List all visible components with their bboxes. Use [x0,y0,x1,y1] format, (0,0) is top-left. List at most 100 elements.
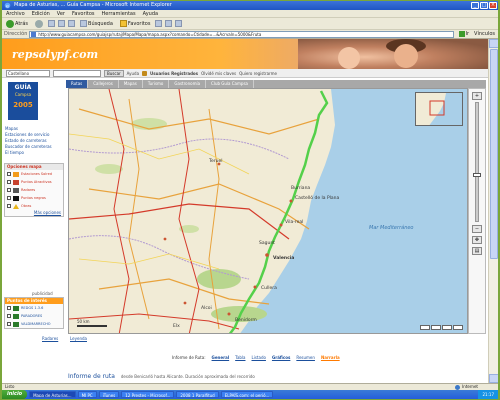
history-icon[interactable] [155,20,163,27]
lock-icon [142,70,148,76]
route-graficos-tab[interactable]: Gráficos [272,355,290,360]
taskbar-item[interactable]: iTunes [98,391,120,398]
zoom-level-box[interactable] [420,325,430,330]
site-search-button[interactable]: Buscar [104,69,124,77]
tab-turismo[interactable]: Turismo [143,80,170,88]
browser-window: e Mapa de Asturias, ... Guía Campsa - Mi… [2,1,498,399]
zoom-slider[interactable] [473,102,481,222]
sea-label: Mar Mediterráneo [369,224,414,231]
scroll-up-arrow[interactable] [489,39,498,48]
black-spot-icon [13,195,19,201]
menu-edicion[interactable]: Edición [32,10,50,17]
scroll-down-arrow[interactable] [489,374,498,383]
route-resumen-tab[interactable]: Resumen [296,355,315,360]
guia-campsa-logo[interactable]: GUÍA Campsa 2005 [8,82,38,120]
option-row: Obras [5,202,63,210]
map-zoom-tools: + − ✥ ▤ [468,88,486,334]
sidebar-nav: Mapas Estaciones de servicio Estado de c… [5,126,52,156]
tab-mapas[interactable]: Mapas [119,80,143,88]
forward-button[interactable] [33,19,45,29]
taskbar-item[interactable]: Mapa de Asturias... [29,391,76,398]
pan-icon[interactable]: ✥ [472,236,482,244]
links-label[interactable]: Vínculos [474,31,498,37]
legend-link[interactable]: Leyenda [70,336,87,341]
back-button[interactable]: Atrás [4,19,30,29]
fuel-icon [13,171,19,177]
vertical-scrollbar[interactable] [488,39,498,383]
system-clock[interactable]: 21:17 [478,390,498,399]
zoom-slider-knob[interactable] [473,173,481,177]
route-general-tab[interactable]: General [212,355,230,360]
address-label: Dirección [4,31,28,37]
print-icon[interactable] [175,20,183,27]
start-button[interactable]: inicio [2,390,28,399]
menu-ayuda[interactable]: Ayuda [143,10,158,17]
stop-icon[interactable] [48,20,56,27]
publicidad-label: publicidad [32,291,53,296]
header-photo [298,39,488,69]
taskbar-item[interactable]: ELPAÍS.com: el perió... [220,391,274,398]
search-strip: Castellano Buscar Ayuda Usuarios Registr… [2,69,488,78]
search-button[interactable]: Búsqueda [78,19,115,29]
menu-ver[interactable]: Ver [57,10,65,17]
forward-arrow-icon [35,19,44,28]
zoom-level-box[interactable] [442,325,452,330]
zoom-level-box[interactable] [453,325,463,330]
option-checkbox[interactable] [7,188,11,192]
ie-icon: e [4,2,11,9]
print-map-icon[interactable]: ▤ [472,247,482,255]
place-label: Sagunt [259,240,275,246]
option-checkbox[interactable] [7,204,11,208]
close-button[interactable]: × [489,2,497,9]
url-field[interactable]: http://www.guiacampsa.com/guiajsp/rutaj/… [29,30,454,38]
taskbar-item[interactable]: 12 Prestes - Microsof... [121,391,175,398]
option-row: Estaciones Solred [5,170,63,178]
refresh-icon[interactable] [58,20,66,27]
option-row: Puntos Atractivos [5,178,63,186]
radares-link[interactable]: Radares [42,336,58,341]
mail-icon[interactable] [165,20,173,27]
option-checkbox[interactable] [7,172,11,176]
poi-icon [13,305,19,311]
tab-rutas[interactable]: Rutas [66,80,89,88]
forgot-keys-link[interactable]: Olvidé mis claves [201,71,236,76]
scroll-thumb[interactable] [490,49,498,259]
zoom-in-button[interactable]: + [472,92,482,100]
register-link[interactable]: Quiero registrarme [239,71,277,76]
option-row: Radares [5,186,63,194]
route-tabla-tab[interactable]: Tabla [235,355,245,360]
site-logo[interactable]: repsolypf.com [12,48,98,61]
menu-archivo[interactable]: Archivo [6,10,25,17]
help-link[interactable]: Ayuda [127,71,139,76]
language-select[interactable]: Castellano [6,69,50,77]
poi-checkbox[interactable] [7,306,11,310]
home-icon[interactable] [68,20,76,27]
option-checkbox[interactable] [7,196,11,200]
poi-checkbox[interactable] [7,314,11,318]
option-checkbox[interactable] [7,180,11,184]
place-label: Teruel [208,158,222,164]
zoom-level-box[interactable] [431,325,441,330]
favorites-button[interactable]: Favoritos [118,19,153,29]
poi-checkbox[interactable] [7,322,11,326]
poi-icon [13,321,19,327]
menu-favoritos[interactable]: Favoritos [72,10,95,17]
route-narrar-button[interactable]: Narrarla [321,355,340,360]
overview-minimap[interactable] [415,92,463,126]
zoom-out-button[interactable]: − [472,225,482,233]
tab-club[interactable]: Club Guía Campsa [206,80,254,88]
more-options-link[interactable]: Más opciones [5,210,63,216]
sidebar-item-tiempo[interactable]: El tiempo [5,150,52,156]
taskbar-item[interactable]: MI PC [77,391,97,398]
tab-gastronomia[interactable]: Gastronomía [169,80,207,88]
menu-herramientas[interactable]: Herramientas [102,10,136,17]
tab-callejeros[interactable]: Callejeros [88,80,119,88]
route-listado-tab[interactable]: Listado [252,355,266,360]
maximize-button[interactable]: □ [480,2,488,9]
taskbar-item[interactable]: 2008 1 Paralfitud [176,391,219,398]
site-search-input[interactable] [53,69,101,77]
minimize-button[interactable]: _ [471,2,479,9]
go-button[interactable]: Ir [456,31,473,37]
route-map[interactable]: Castelló de la Plana Vila-real Sagunt Va… [68,88,468,334]
place-label: Vila-real [285,219,303,225]
